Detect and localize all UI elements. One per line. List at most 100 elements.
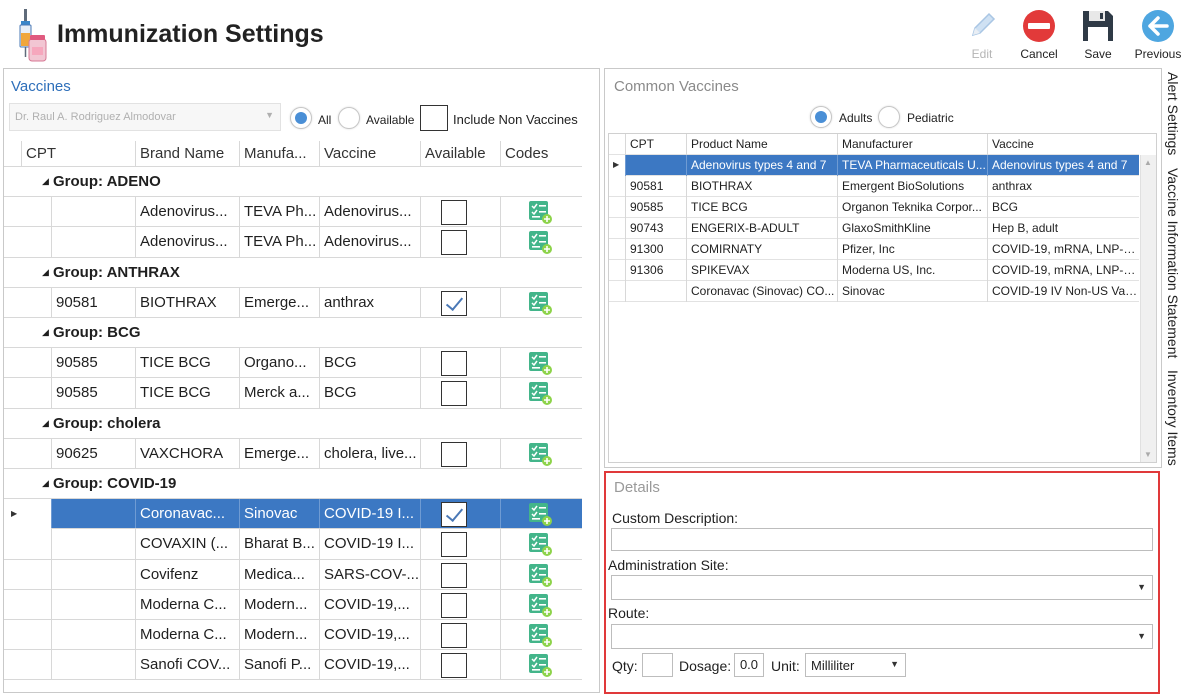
vaccine-row[interactable]: 90585 TICE BCG Merck a... BCG <box>4 378 582 409</box>
tab-alert-settings[interactable]: Alert Settings <box>1165 72 1181 155</box>
code-list-add-icon[interactable] <box>528 502 552 527</box>
custom-description-input[interactable] <box>611 528 1153 551</box>
code-list-add-icon[interactable] <box>528 563 552 587</box>
dosage-input[interactable]: 0.0 <box>734 653 764 677</box>
cell-vaccine: anthrax <box>319 287 420 317</box>
provider-select[interactable]: Dr. Raul A. Rodriguez Almodovar ▼ <box>9 103 281 131</box>
code-list-add-icon[interactable] <box>528 200 552 225</box>
vaccine-row[interactable]: Moderna C... Modern... COVID-19,... <box>4 620 582 651</box>
scroll-down-icon[interactable]: ▼ <box>1144 450 1152 459</box>
group-label: Group: COVID-19 <box>53 475 177 492</box>
pediatric-radio[interactable] <box>878 106 900 128</box>
cell-manufacturer: TEVA Pharmaceuticals U... <box>837 155 987 176</box>
save-button[interactable]: Save <box>1069 8 1127 64</box>
column-header-manufacturer[interactable]: Manufa... <box>239 141 319 166</box>
code-list-add-icon[interactable] <box>528 381 552 406</box>
available-checkbox[interactable] <box>441 592 467 618</box>
available-checkbox[interactable] <box>441 441 467 467</box>
vaccine-row[interactable]: 90585 TICE BCG Organo... BCG <box>4 348 582 379</box>
code-list-add-icon[interactable] <box>528 291 552 315</box>
vaccine-row[interactable]: 90625 VAXCHORA Emerge... cholera, live... <box>4 438 582 469</box>
administration-site-select[interactable]: ▼ <box>611 575 1153 600</box>
tab-vaccine-information-statement[interactable]: Vaccine Information Statement <box>1165 168 1181 358</box>
available-checkbox[interactable] <box>441 230 467 256</box>
collapse-arrow-icon[interactable]: ◢ <box>42 327 49 338</box>
group-label: Group: ADENO <box>53 173 161 190</box>
cell-codes <box>500 197 582 227</box>
qty-input[interactable] <box>642 653 673 677</box>
collapse-arrow-icon[interactable]: ◢ <box>42 176 49 187</box>
common-vaccine-row[interactable]: ▶ Adenovirus types 4 and 7 TEVA Pharmaceut… <box>613 155 1139 176</box>
column-header-cpt[interactable]: CPT <box>21 141 135 166</box>
column-header-vaccine[interactable]: Vaccine <box>319 141 420 166</box>
cell-brand: Moderna C... <box>135 620 239 650</box>
adults-radio[interactable] <box>810 106 832 128</box>
collapse-arrow-icon[interactable]: ◢ <box>42 267 49 278</box>
vaccine-row[interactable]: Sanofi COV... Sanofi P... COVID-19,... <box>4 650 582 681</box>
column-header-product-name[interactable]: Product Name <box>686 134 837 155</box>
common-grid-scrollbar[interactable]: ▲ ▼ <box>1140 155 1156 462</box>
common-vaccines-grid: CPT Product Name Manufacturer Vaccine ▶ A… <box>608 133 1157 463</box>
current-row-indicator-icon: ▶ <box>11 509 18 519</box>
group-row[interactable]: ◢ Group: COVID-19 <box>4 469 582 500</box>
column-header-manufacturer[interactable]: Manufacturer <box>837 134 987 155</box>
common-vaccines-title: Common Vaccines <box>614 78 739 95</box>
cancel-button[interactable]: Cancel <box>1010 8 1068 64</box>
vaccine-row[interactable]: Covifenz Medica... SARS-COV-... <box>4 559 582 590</box>
edit-button[interactable]: Edit <box>953 8 1011 64</box>
code-list-add-icon[interactable] <box>528 351 552 376</box>
filter-available-radio[interactable] <box>338 107 360 129</box>
group-row[interactable]: ◢ Group: ANTHRAX <box>4 258 582 288</box>
vaccine-row[interactable]: Adenovirus... TEVA Ph... Adenovirus... <box>4 197 582 228</box>
available-checkbox[interactable] <box>441 653 467 679</box>
vaccine-row[interactable]: Moderna C... Modern... COVID-19,... <box>4 589 582 620</box>
group-row[interactable]: ◢ Group: ADENO <box>4 167 582 198</box>
group-row[interactable]: ◢ Group: cholera <box>4 409 582 439</box>
code-list-add-icon[interactable] <box>528 532 552 557</box>
filter-all-radio[interactable] <box>290 107 312 129</box>
vaccine-row[interactable]: Coronavac... Sinovac COVID-19 I... ▶ <box>11 499 582 530</box>
cell-vaccine: BCG <box>319 348 420 378</box>
column-header-cpt[interactable]: CPT <box>625 134 686 155</box>
common-vaccine-row[interactable]: 90743 ENGERIX-B-ADULT GlaxoSmithKline Hep B… <box>609 218 1139 239</box>
common-vaccine-row[interactable]: Coronavac (Sinovac) CO... Sinovac COVID-19… <box>609 281 1139 302</box>
group-row[interactable]: ◢ Group: BCG <box>4 318 582 349</box>
available-checkbox[interactable] <box>441 290 467 316</box>
available-checkbox[interactable] <box>441 623 467 648</box>
available-checkbox[interactable] <box>441 200 467 226</box>
vaccine-row[interactable]: Adenovirus... TEVA Ph... Adenovirus... <box>4 227 582 258</box>
code-list-add-icon[interactable] <box>528 230 552 255</box>
column-header-codes[interactable]: Codes <box>500 141 580 166</box>
column-header-brand-name[interactable]: Brand Name <box>135 141 239 166</box>
available-checkbox[interactable] <box>441 532 467 558</box>
cell-available <box>420 620 500 650</box>
vaccine-row[interactable]: COVAXIN (... Bharat B... COVID-19 I... <box>4 529 582 560</box>
common-vaccine-row[interactable]: 91300 COMIRNATY Pfizer, Inc COVID-19, mRNA,… <box>609 239 1139 260</box>
unit-select[interactable]: Milliliter ▼ <box>805 653 906 677</box>
available-checkbox[interactable] <box>441 381 467 407</box>
collapse-arrow-icon[interactable]: ◢ <box>42 418 49 429</box>
code-list-add-icon[interactable] <box>528 442 552 466</box>
available-checkbox[interactable] <box>441 562 467 588</box>
common-vaccine-row[interactable]: 90585 TICE BCG Organon Teknika Corpor... BC… <box>609 197 1139 218</box>
available-checkbox[interactable] <box>441 502 467 528</box>
code-list-add-icon[interactable] <box>528 593 552 617</box>
vaccine-row[interactable]: 90581 BIOTHRAX Emerge... anthrax <box>4 287 582 318</box>
column-header-vaccine[interactable]: Vaccine <box>987 134 1139 155</box>
code-list-add-icon[interactable] <box>528 623 552 647</box>
vaccines-panel: Vaccines Dr. Raul A. Rodriguez Almodovar… <box>3 68 600 693</box>
scroll-up-icon[interactable]: ▲ <box>1144 158 1152 167</box>
tab-inventory-items[interactable]: Inventory Items <box>1165 370 1181 466</box>
cell-vaccine: COVID-19 I... <box>319 529 420 559</box>
common-vaccine-row[interactable]: 91306 SPIKEVAX Moderna US, Inc. COVID-19, m… <box>609 260 1139 281</box>
column-header-available[interactable]: Available <box>420 141 500 166</box>
common-vaccine-row[interactable]: 90581 BIOTHRAX Emergent BioSolutions anthra… <box>609 176 1139 197</box>
available-checkbox[interactable] <box>441 351 467 377</box>
include-non-vaccines-checkbox[interactable] <box>420 105 448 131</box>
previous-button[interactable]: Previous <box>1129 8 1187 64</box>
code-list-add-icon[interactable] <box>528 653 552 678</box>
collapse-arrow-icon[interactable]: ◢ <box>42 478 49 489</box>
cell-cpt: 90743 <box>625 218 686 239</box>
route-select[interactable]: ▼ <box>611 624 1153 649</box>
cell-product: COMIRNATY <box>686 239 837 260</box>
